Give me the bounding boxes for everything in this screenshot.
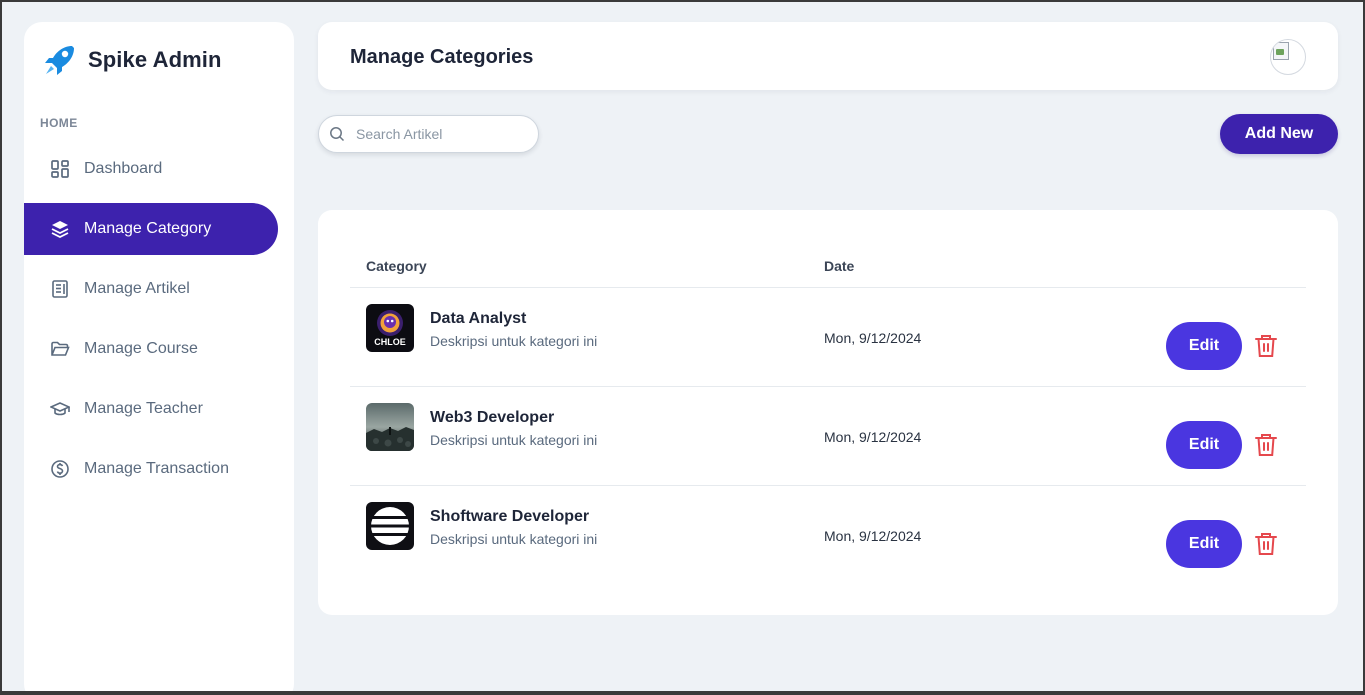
category-date: Mon, 9/12/2024 (824, 429, 922, 445)
column-header-date: Date (824, 258, 855, 274)
nav-heading: HOME (40, 116, 78, 130)
search-input[interactable] (356, 126, 526, 142)
trash-icon[interactable] (1254, 432, 1278, 458)
category-date: Mon, 9/12/2024 (824, 528, 922, 544)
sidebar-item-label: Manage Course (84, 340, 198, 357)
table-row: Web3 Developer Deskripsi untuk kategori … (350, 387, 1306, 486)
category-description: Deskripsi untuk kategori ini (430, 531, 598, 547)
categories-table-card: Category Date CHLOE Data Analyst Deskrip… (318, 210, 1338, 615)
chloe-logo-icon: CHLOE (366, 304, 414, 352)
striped-circle-logo-icon (366, 502, 414, 550)
layers-icon (50, 219, 70, 239)
sidebar-nav: Dashboard Manage Category Manage Artikel… (24, 143, 294, 503)
dollar-circle-icon (50, 459, 70, 479)
edit-button[interactable]: Edit (1166, 322, 1242, 370)
avatar[interactable] (1270, 39, 1306, 75)
trash-icon[interactable] (1254, 531, 1278, 557)
search-box[interactable] (318, 115, 539, 153)
thumbnail-label: CHLOE (374, 337, 406, 347)
category-name: Shoftware Developer (430, 508, 590, 525)
category-thumbnail: CHLOE (366, 304, 414, 352)
sidebar-item-manage-teacher[interactable]: Manage Teacher (24, 383, 294, 435)
folder-icon (50, 339, 70, 359)
add-new-button[interactable]: Add New (1220, 114, 1338, 154)
dark-landscape-image-icon (366, 403, 414, 451)
brand[interactable]: Spike Admin (42, 42, 222, 78)
sidebar-item-label: Manage Transaction (84, 460, 229, 477)
brand-name: Spike Admin (88, 47, 222, 72)
sidebar-item-label: Manage Artikel (84, 280, 190, 297)
sidebar-item-label: Manage Teacher (84, 400, 203, 417)
table-row: Shoftware Developer Deskripsi untuk kate… (350, 486, 1306, 585)
trash-icon[interactable] (1254, 333, 1278, 359)
dashboard-icon (50, 159, 70, 179)
table-row: CHLOE Data Analyst Deskripsi untuk kateg… (350, 288, 1306, 387)
search-icon (330, 127, 345, 142)
sidebar: Spike Admin HOME Dashboard Manage Catego… (24, 22, 294, 691)
edit-button[interactable]: Edit (1166, 421, 1242, 469)
sidebar-item-dashboard[interactable]: Dashboard (24, 143, 294, 195)
page-title: Manage Categories (350, 46, 534, 68)
category-thumbnail (366, 502, 414, 550)
category-description: Deskripsi untuk kategori ini (430, 333, 598, 349)
category-name: Data Analyst (430, 310, 527, 327)
article-icon (50, 279, 70, 299)
category-description: Deskripsi untuk kategori ini (430, 432, 598, 448)
sidebar-item-manage-category[interactable]: Manage Category (24, 203, 278, 255)
sidebar-item-manage-course[interactable]: Manage Course (24, 323, 294, 375)
app-window: Spike Admin HOME Dashboard Manage Catego… (2, 2, 1363, 691)
graduation-cap-icon (50, 399, 70, 419)
sidebar-item-label: Dashboard (84, 160, 163, 177)
table-header: Category Date (350, 248, 1306, 288)
sidebar-item-manage-artikel[interactable]: Manage Artikel (24, 263, 294, 315)
category-thumbnail (366, 403, 414, 451)
category-name: Web3 Developer (430, 409, 555, 426)
top-header: Manage Categories (318, 22, 1338, 90)
sidebar-item-manage-transaction[interactable]: Manage Transaction (24, 443, 294, 495)
column-header-category: Category (366, 258, 427, 274)
sidebar-item-label: Manage Category (84, 220, 212, 237)
edit-button[interactable]: Edit (1166, 520, 1242, 568)
category-date: Mon, 9/12/2024 (824, 330, 922, 346)
rocket-icon (45, 46, 74, 75)
